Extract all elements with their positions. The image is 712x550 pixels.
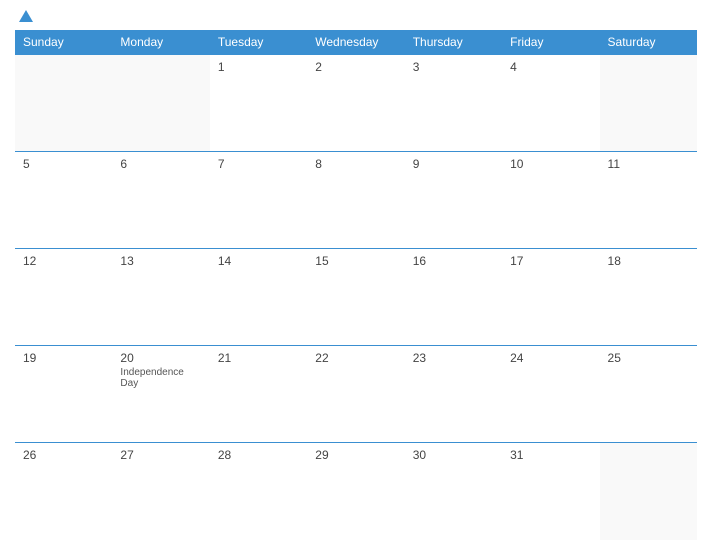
calendar-cell: 14 bbox=[210, 249, 307, 346]
day-number: 18 bbox=[608, 254, 689, 268]
calendar-cell: 31 bbox=[502, 443, 599, 540]
day-number: 3 bbox=[413, 60, 494, 74]
calendar-body: 1234567891011121314151617181920Independe… bbox=[15, 55, 697, 541]
calendar-cell: 8 bbox=[307, 152, 404, 249]
day-header-tuesday: Tuesday bbox=[210, 30, 307, 55]
day-number: 8 bbox=[315, 157, 396, 171]
day-header-thursday: Thursday bbox=[405, 30, 502, 55]
calendar-cell bbox=[600, 55, 697, 152]
day-number: 28 bbox=[218, 448, 299, 462]
calendar-cell: 7 bbox=[210, 152, 307, 249]
calendar-cell: 13 bbox=[112, 249, 209, 346]
calendar-cell: 22 bbox=[307, 346, 404, 443]
day-number: 7 bbox=[218, 157, 299, 171]
day-header-saturday: Saturday bbox=[600, 30, 697, 55]
days-of-week-row: SundayMondayTuesdayWednesdayThursdayFrid… bbox=[15, 30, 697, 55]
day-header-sunday: Sunday bbox=[15, 30, 112, 55]
calendar-thead: SundayMondayTuesdayWednesdayThursdayFrid… bbox=[15, 30, 697, 55]
day-number: 23 bbox=[413, 351, 494, 365]
day-number: 16 bbox=[413, 254, 494, 268]
calendar-cell: 9 bbox=[405, 152, 502, 249]
day-number: 26 bbox=[23, 448, 104, 462]
day-number: 2 bbox=[315, 60, 396, 74]
calendar-cell: 23 bbox=[405, 346, 502, 443]
day-header-monday: Monday bbox=[112, 30, 209, 55]
calendar-cell: 5 bbox=[15, 152, 112, 249]
calendar-cell: 6 bbox=[112, 152, 209, 249]
day-number: 5 bbox=[23, 157, 104, 171]
calendar-cell bbox=[600, 443, 697, 540]
day-number: 19 bbox=[23, 351, 104, 365]
calendar-wrapper: SundayMondayTuesdayWednesdayThursdayFrid… bbox=[0, 0, 712, 550]
calendar-cell: 25 bbox=[600, 346, 697, 443]
calendar-header bbox=[15, 10, 697, 22]
calendar-cell: 19 bbox=[15, 346, 112, 443]
day-number: 15 bbox=[315, 254, 396, 268]
calendar-cell: 18 bbox=[600, 249, 697, 346]
calendar-cell: 26 bbox=[15, 443, 112, 540]
calendar-cell: 11 bbox=[600, 152, 697, 249]
calendar-cell bbox=[112, 55, 209, 152]
calendar-cell: 4 bbox=[502, 55, 599, 152]
day-number: 22 bbox=[315, 351, 396, 365]
week-row-3: 19 20 Independence Day 21 22 23 24 25 bbox=[15, 346, 697, 443]
day-number: 1 bbox=[218, 60, 299, 74]
day-number: 21 bbox=[218, 351, 299, 365]
week-row-4: 26 27 28 29 30 31 bbox=[15, 443, 697, 540]
holiday-label: Independence Day bbox=[120, 367, 201, 389]
calendar-cell: 30 bbox=[405, 443, 502, 540]
calendar-cell: 3 bbox=[405, 55, 502, 152]
day-number: 4 bbox=[510, 60, 591, 74]
calendar-cell: 15 bbox=[307, 249, 404, 346]
day-number: 14 bbox=[218, 254, 299, 268]
calendar-cell: 16 bbox=[405, 249, 502, 346]
day-number: 12 bbox=[23, 254, 104, 268]
calendar-cell: 28 bbox=[210, 443, 307, 540]
week-row-2: 12 13 14 15 16 17 18 bbox=[15, 249, 697, 346]
logo-triangle-icon bbox=[19, 10, 33, 22]
day-number: 6 bbox=[120, 157, 201, 171]
day-number: 17 bbox=[510, 254, 591, 268]
calendar-cell: 20 Independence Day bbox=[112, 346, 209, 443]
calendar-cell bbox=[15, 55, 112, 152]
calendar-cell: 21 bbox=[210, 346, 307, 443]
day-number: 20 bbox=[120, 351, 201, 365]
calendar-cell: 10 bbox=[502, 152, 599, 249]
day-number: 11 bbox=[608, 157, 689, 171]
calendar-cell: 2 bbox=[307, 55, 404, 152]
day-number: 31 bbox=[510, 448, 591, 462]
calendar-table: SundayMondayTuesdayWednesdayThursdayFrid… bbox=[15, 30, 697, 540]
calendar-cell: 24 bbox=[502, 346, 599, 443]
day-number: 30 bbox=[413, 448, 494, 462]
day-number: 24 bbox=[510, 351, 591, 365]
week-row-0: 1 2 3 4 bbox=[15, 55, 697, 152]
calendar-cell: 29 bbox=[307, 443, 404, 540]
day-number: 25 bbox=[608, 351, 689, 365]
week-row-1: 5 6 7 8 9 10 11 bbox=[15, 152, 697, 249]
day-header-wednesday: Wednesday bbox=[307, 30, 404, 55]
day-number: 10 bbox=[510, 157, 591, 171]
calendar-cell: 12 bbox=[15, 249, 112, 346]
logo bbox=[15, 10, 33, 22]
day-number: 27 bbox=[120, 448, 201, 462]
day-number: 29 bbox=[315, 448, 396, 462]
day-number: 13 bbox=[120, 254, 201, 268]
calendar-cell: 17 bbox=[502, 249, 599, 346]
calendar-cell: 27 bbox=[112, 443, 209, 540]
day-header-friday: Friday bbox=[502, 30, 599, 55]
day-number: 9 bbox=[413, 157, 494, 171]
calendar-cell: 1 bbox=[210, 55, 307, 152]
